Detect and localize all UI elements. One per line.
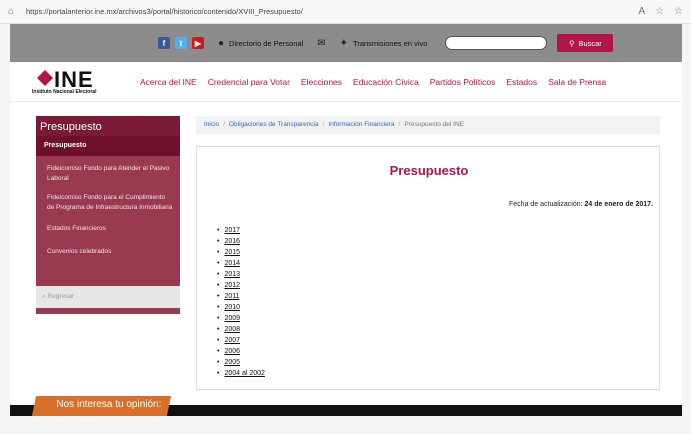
web-page: f t ▶ ● Directorio de Personal ✉ ✦ Trans…	[10, 24, 682, 416]
year-link-2010[interactable]: 2010	[224, 304, 240, 311]
year-link-2011[interactable]: 2011	[224, 293, 239, 300]
year-link-2012[interactable]: 2012	[224, 282, 240, 289]
sidebar: Presupuesto Presupuesto Fideicomiso Fond…	[36, 116, 180, 314]
list-item: 2016	[217, 236, 265, 247]
year-link-2004-2002[interactable]: 2004 al 2002	[224, 370, 264, 377]
content-panel: Presupuesto Fecha de actualización: 24 d…	[196, 146, 660, 390]
main-nav: Acerca del INE Credencial para Votar Ele…	[140, 77, 606, 87]
nav-item-estados[interactable]: Estados	[506, 77, 537, 87]
list-item: 2014	[217, 258, 265, 269]
mail-icon: ✉	[317, 37, 326, 49]
youtube-icon[interactable]: ▶	[192, 37, 204, 49]
breadcrumb: Inicio / Obligaciones de Transparencia / Inf…	[196, 116, 660, 134]
update-date: Fecha de actualización: 24 de enero de 2…	[509, 201, 653, 208]
year-link-2006[interactable]: 2006	[224, 348, 240, 355]
favorites-icon[interactable]: ☆	[674, 6, 683, 17]
breadcrumb-separator: /	[398, 121, 401, 128]
sidebar-item-pasivo-laboral[interactable]: Fideicomiso Fondo para Atender el Pasivo…	[36, 164, 180, 184]
sidebar-item-infraestructura[interactable]: Fideicomiso Fondo para el Cumplimiento d…	[36, 193, 180, 213]
search-input[interactable]	[445, 36, 548, 50]
nav-item-acerca[interactable]: Acerca del INE	[140, 77, 197, 87]
breadcrumb-separator: /	[322, 121, 325, 128]
directory-link[interactable]: ● Directorio de Personal	[218, 38, 303, 49]
sidebar-title: Presupuesto	[36, 116, 180, 136]
satellite-icon: ✦	[339, 37, 349, 49]
year-link-2009[interactable]: 2009	[224, 315, 240, 322]
browser-toolbar: A ☆ ☆	[638, 6, 683, 17]
sidebar-item-estados-financieros[interactable]: Estados Financieros	[36, 224, 180, 234]
list-item: 2008	[217, 324, 265, 335]
ine-logo-mark	[37, 69, 53, 86]
year-link-2014[interactable]: 2014	[224, 260, 240, 267]
list-item: 2009	[217, 313, 265, 324]
back-link[interactable]: « Regresar	[36, 286, 180, 308]
list-item: 2010	[217, 302, 265, 313]
nav-item-educacion[interactable]: Educación Cívica	[353, 77, 419, 87]
sidebar-item-presupuesto[interactable]: Presupuesto	[36, 136, 180, 156]
mail-link[interactable]: ✉	[317, 38, 325, 49]
update-label: Fecha de actualización:	[509, 201, 583, 208]
search-button-label: Buscar	[578, 38, 602, 48]
year-link-2015[interactable]: 2015	[224, 249, 240, 256]
breadcrumb-current: Presupuesto del INE	[404, 121, 464, 128]
nav-item-credencial[interactable]: Credencial para Votar	[208, 77, 290, 87]
year-link-2007[interactable]: 2007	[224, 337, 240, 344]
logo-subtitle: Instituto Nacional Electoral	[32, 88, 97, 95]
browser-address-bar: ⌂ https://portalanterior.ine.mx/archivos…	[0, 0, 691, 24]
list-item: 2017	[217, 225, 265, 236]
read-aloud-icon[interactable]: A	[638, 6, 645, 17]
live-stream-label: Transmisiones en vivo	[353, 38, 428, 48]
list-item: 2012	[217, 280, 265, 291]
year-link-2005[interactable]: 2005	[224, 359, 240, 366]
live-stream-link[interactable]: ✦ Transmisiones en vivo	[340, 38, 428, 49]
list-item: 2015	[217, 247, 265, 258]
list-item: 2013	[217, 269, 265, 280]
year-link-2008[interactable]: 2008	[224, 326, 240, 333]
list-item: 2011	[217, 291, 265, 302]
page-info-icon[interactable]: ⌂	[8, 6, 22, 17]
favorites-add-icon[interactable]: ☆	[655, 6, 664, 17]
facebook-icon[interactable]: f	[158, 37, 170, 49]
year-link-2016[interactable]: 2016	[224, 238, 240, 245]
year-list: 2017 2016 2015 2014 2013 2012 2011 2010 …	[217, 225, 265, 379]
list-item: 2004 al 2002	[217, 368, 264, 379]
sidebar-item-convenios[interactable]: Convenios celebrados	[36, 247, 180, 257]
breadcrumb-informacion-financiera[interactable]: Información Financiera	[328, 121, 394, 128]
person-icon: ●	[218, 37, 225, 49]
feedback-label: Nos interesa tu opinión:	[56, 399, 162, 410]
list-item: 2006	[217, 346, 265, 357]
nav-item-partidos[interactable]: Partidos Políticos	[430, 77, 496, 87]
list-item: 2007	[217, 335, 265, 346]
search-icon: ⚲	[568, 38, 575, 48]
feedback-tab[interactable]: Nos interesa tu opinión:	[31, 396, 172, 416]
breadcrumb-inicio[interactable]: Inicio	[204, 121, 219, 128]
year-link-2017[interactable]: 2017	[224, 227, 240, 234]
nav-item-prensa[interactable]: Sala de Prensa	[548, 77, 606, 87]
site-header: INE Instituto Nacional Electoral Acerca …	[10, 62, 682, 102]
year-link-2013[interactable]: 2013	[224, 271, 240, 278]
directory-label: Directorio de Personal	[229, 38, 304, 48]
page-title: Presupuesto	[389, 163, 469, 178]
top-utility-bar: f t ▶ ● Directorio de Personal ✉ ✦ Trans…	[10, 24, 682, 62]
twitter-icon[interactable]: t	[175, 37, 187, 49]
update-value: 24 de enero de 2017.	[584, 201, 653, 208]
url-field[interactable]: https://portalanterior.ine.mx/archivos3/…	[26, 7, 638, 16]
breadcrumb-transparencia[interactable]: Obligaciones de Transparencia	[229, 121, 319, 128]
nav-item-elecciones[interactable]: Elecciones	[301, 77, 342, 87]
breadcrumb-separator: /	[223, 121, 225, 128]
social-links: f t ▶	[158, 37, 204, 49]
search-button[interactable]: ⚲ Buscar	[557, 34, 614, 52]
ine-logo[interactable]: INE Instituto Nacional Electoral	[32, 67, 128, 97]
list-item: 2005	[217, 357, 265, 368]
